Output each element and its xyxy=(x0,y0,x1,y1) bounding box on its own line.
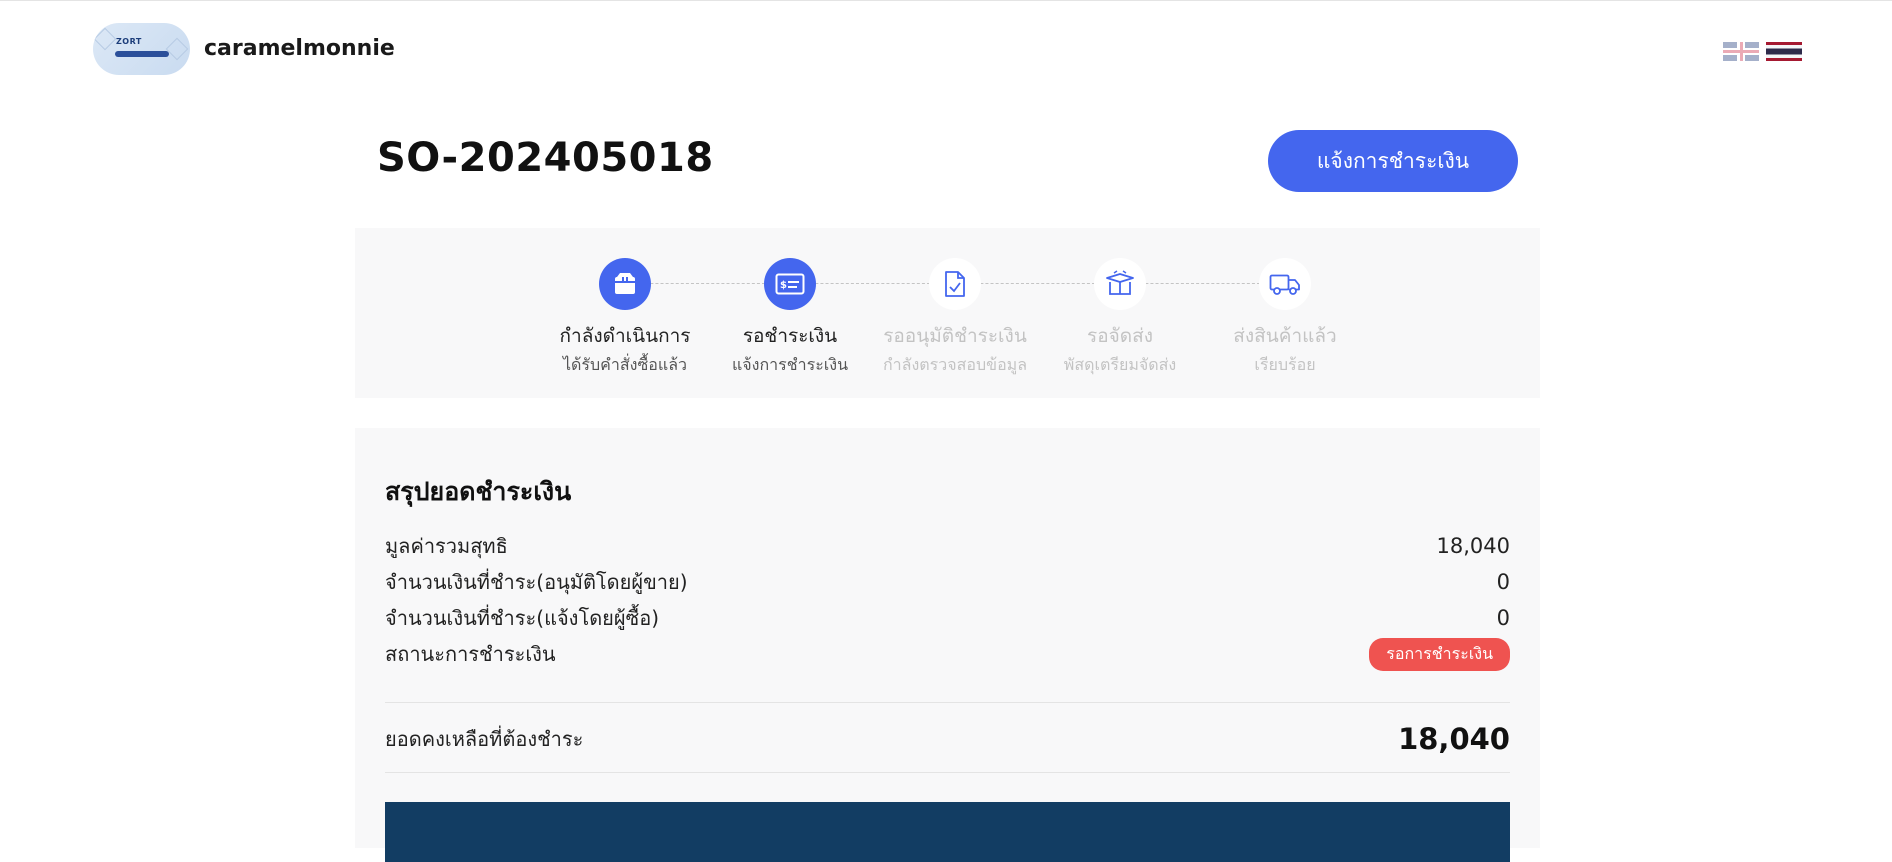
order-status-stepper: กำลังดำเนินการ ได้รับคำสั่งซื้อแล้ว $ รอ… xyxy=(355,228,1540,398)
box-icon xyxy=(615,273,635,294)
notify-payment-button[interactable]: แจ้งการชำระเงิน xyxy=(1268,130,1518,192)
truck-icon xyxy=(1269,274,1300,295)
top-border xyxy=(0,0,1892,1)
payment-card-icon: $ xyxy=(775,273,805,295)
row-value: 0 xyxy=(1496,570,1510,594)
summary-row-net-total: มูลค่ารวมสุทธิ 18,040 xyxy=(385,531,1510,561)
open-box-icon xyxy=(1106,270,1134,295)
summary-row-paid-seller: จำนวนเงินที่ชำระ(อนุมัติโดยผู้ขาย) 0 xyxy=(385,567,1510,597)
step-processing: กำลังดำเนินการ ได้รับคำสั่งซื้อแล้ว xyxy=(535,258,715,378)
shop-name: caramelmonnie xyxy=(204,36,395,61)
balance-value: 18,040 xyxy=(1398,722,1510,756)
summary-divider xyxy=(385,772,1510,773)
step-subtitle: ได้รับคำสั่งซื้อแล้ว xyxy=(562,355,688,374)
step-title: ส่งสินค้าแล้ว xyxy=(1233,325,1337,347)
row-value: 18,040 xyxy=(1436,534,1510,558)
step-circle xyxy=(1259,258,1311,310)
payment-status-badge: รอการชำระเงิน xyxy=(1369,637,1510,671)
step-subtitle: พัสดุเตรียมจัดส่ง xyxy=(1063,355,1177,374)
step-shipped: ส่งสินค้าแล้ว เรียบร้อย xyxy=(1195,258,1375,378)
step-title: รอชำระเงิน xyxy=(742,325,838,347)
footer-bar xyxy=(385,802,1510,862)
summary-title: สรุปยอดชำระเงิน xyxy=(385,477,572,506)
step-title: รอจัดส่ง xyxy=(1087,325,1153,347)
step-subtitle: กำลังตรวจสอบข้อมูล xyxy=(882,355,1028,374)
step-subtitle: แจ้งการชำระเงิน xyxy=(731,355,848,374)
logo-text: ZORT xyxy=(116,37,142,46)
thai-flag-icon[interactable] xyxy=(1766,42,1802,61)
row-label: จำนวนเงินที่ชำระ(อนุมัติโดยผู้ขาย) xyxy=(385,570,688,594)
order-number: SO-202405018 xyxy=(377,135,714,181)
summary-row-paid-buyer: จำนวนเงินที่ชำระ(แจ้งโดยผู้ซื้อ) 0 xyxy=(385,603,1510,633)
summary-row-payment-status: สถานะการชำระเงิน รอการชำระเงิน xyxy=(385,637,1510,671)
row-label: สถานะการชำระเงิน xyxy=(385,642,556,666)
logo-bar xyxy=(115,51,169,57)
summary-divider xyxy=(385,702,1510,703)
summary-row-balance: ยอดคงเหลือที่ต้องชำระ 18,040 xyxy=(385,718,1510,760)
document-check-icon xyxy=(945,271,965,297)
row-value: 0 xyxy=(1496,606,1510,630)
payment-summary-panel: สรุปยอดชำระเงิน มูลค่ารวมสุทธิ 18,040 จำ… xyxy=(355,428,1540,862)
shop-logo[interactable]: ZORT xyxy=(93,23,190,75)
row-label: มูลค่ารวมสุทธิ xyxy=(385,534,508,558)
logo-pattern xyxy=(165,37,189,61)
step-awaiting-approval: รออนุมัติชำระเงิน กำลังตรวจสอบข้อมูล xyxy=(865,258,1045,378)
step-circle xyxy=(1094,258,1146,310)
step-subtitle: เรียบร้อย xyxy=(1254,355,1316,374)
step-title: กำลังดำเนินการ xyxy=(559,325,691,347)
row-label: จำนวนเงินที่ชำระ(แจ้งโดยผู้ซื้อ) xyxy=(385,606,660,630)
uk-flag-icon[interactable] xyxy=(1723,42,1759,61)
step-title: รออนุมัติชำระเงิน xyxy=(883,325,1027,347)
step-awaiting-payment: $ รอชำระเงิน แจ้งการชำระเงิน xyxy=(700,258,880,378)
step-awaiting-shipment: รอจัดส่ง พัสดุเตรียมจัดส่ง xyxy=(1030,258,1210,378)
balance-label: ยอดคงเหลือที่ต้องชำระ xyxy=(385,727,584,751)
step-circle xyxy=(929,258,981,310)
svg-text:$: $ xyxy=(780,280,787,291)
logo-pattern xyxy=(93,27,117,51)
step-circle: $ xyxy=(764,258,816,310)
step-circle xyxy=(599,258,651,310)
